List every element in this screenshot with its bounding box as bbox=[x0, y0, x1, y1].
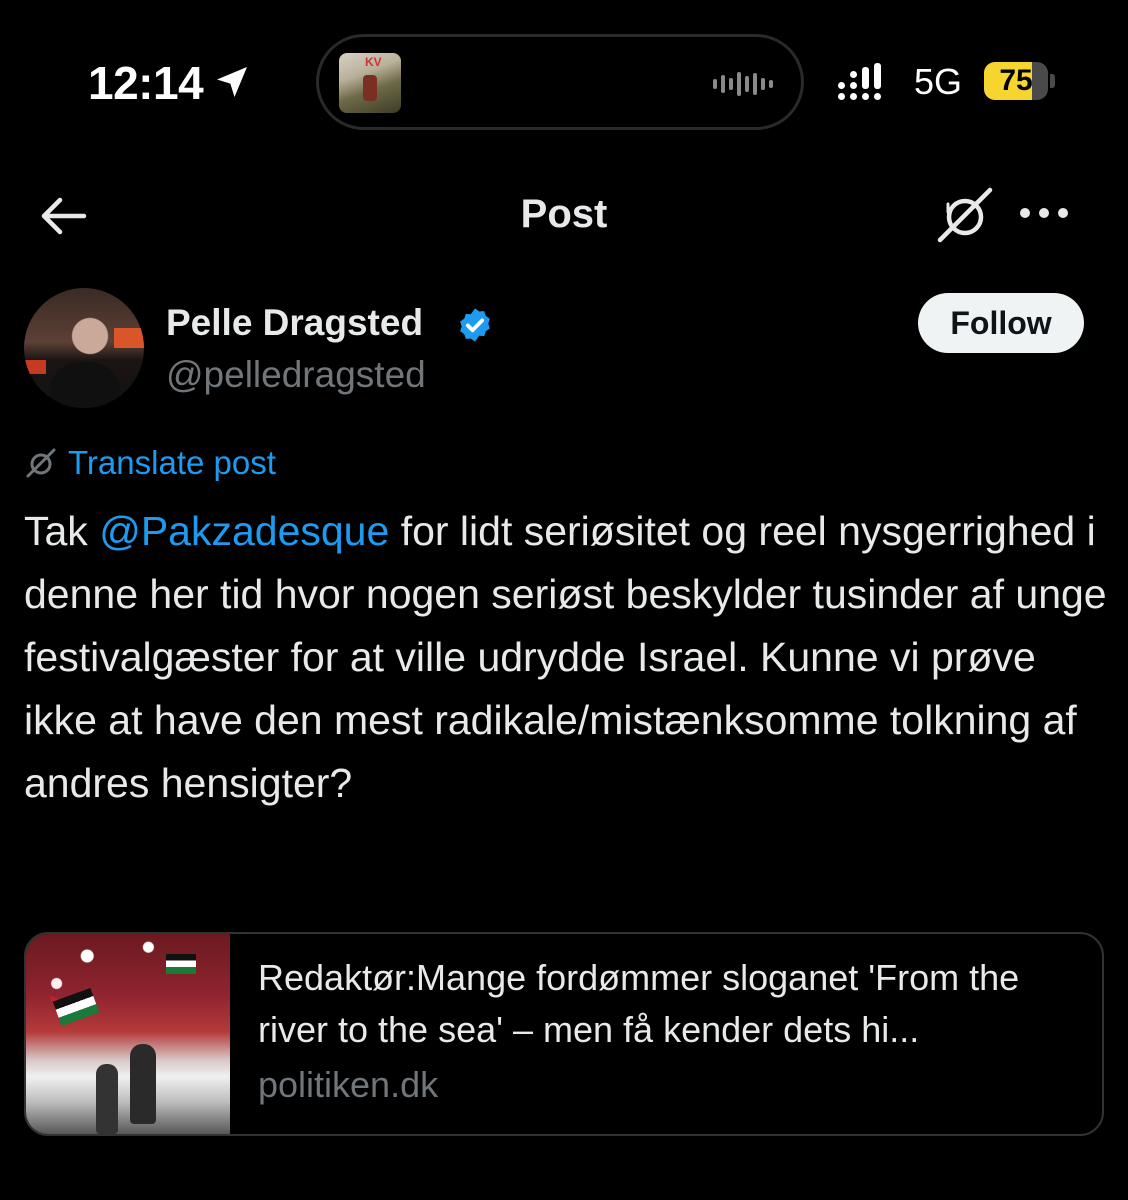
battery-percent: 75 bbox=[999, 64, 1033, 97]
link-preview-thumbnail bbox=[26, 934, 230, 1134]
link-preview-domain: politiken.dk bbox=[258, 1064, 439, 1105]
translate-post-label: Translate post bbox=[68, 444, 276, 481]
audio-waveform-icon bbox=[713, 71, 773, 97]
post-text: Tak @Pakzadesque for lidt seriøsitet og … bbox=[24, 500, 1114, 815]
mention-link[interactable]: @Pakzadesque bbox=[99, 508, 389, 554]
verified-badge-icon bbox=[460, 308, 490, 342]
follow-button[interactable]: Follow bbox=[918, 293, 1084, 353]
author-name[interactable]: Pelle Dragsted bbox=[166, 302, 423, 344]
status-bar: 12:14 KV 5G 75 bbox=[0, 0, 1128, 140]
translate-icon[interactable] bbox=[934, 184, 996, 246]
author-handle[interactable]: @pelledragsted bbox=[166, 354, 426, 396]
dynamic-island[interactable]: KV bbox=[316, 34, 804, 130]
link-preview-card[interactable]: Redaktør:Mange fordømmer sloganet 'From … bbox=[24, 932, 1104, 1136]
battery-icon: 75 bbox=[984, 62, 1056, 100]
avatar[interactable] bbox=[24, 288, 144, 408]
translate-small-icon bbox=[26, 448, 56, 478]
network-type: 5G bbox=[914, 61, 963, 102]
post-text-start: Tak bbox=[24, 508, 100, 554]
top-nav: Post bbox=[0, 160, 1128, 270]
more-options-icon[interactable] bbox=[1020, 198, 1074, 228]
status-time: 12:14 bbox=[88, 57, 204, 109]
location-arrow-icon bbox=[217, 67, 247, 97]
cellular-signal-icon bbox=[838, 63, 881, 100]
artwork-label: KV bbox=[365, 55, 382, 69]
now-playing-artwork[interactable]: KV bbox=[339, 53, 401, 113]
link-preview-title: Redaktør:Mange fordømmer sloganet 'From … bbox=[258, 957, 1020, 1050]
translate-post-link[interactable]: Translate post bbox=[24, 444, 276, 482]
